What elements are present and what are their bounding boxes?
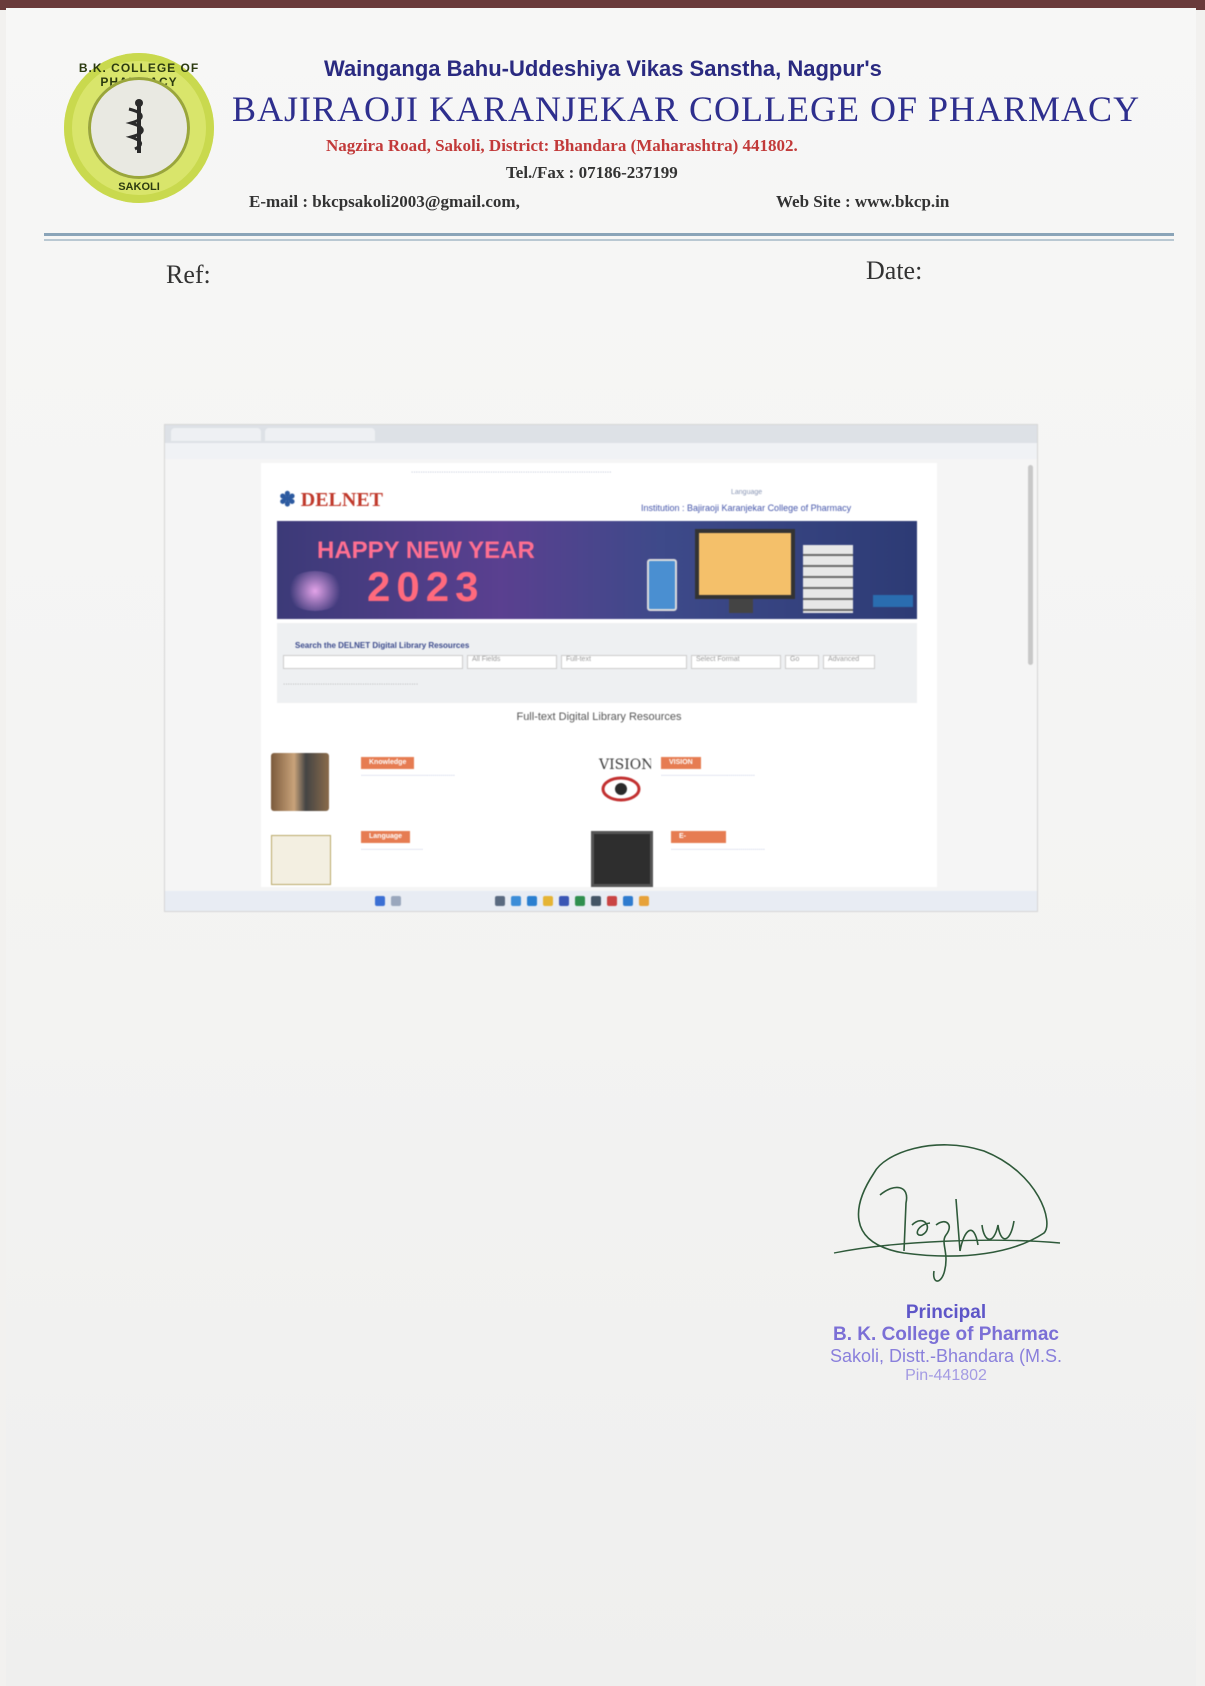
resource-tag: VISION Portal — [661, 757, 701, 778]
banner-title: HAPPY NEW YEAR — [317, 537, 535, 564]
app-icon — [623, 896, 633, 906]
monitor-stand — [729, 599, 753, 613]
vision-eye-icon: VISION — [598, 757, 651, 802]
resource-desc: ········································… — [361, 773, 455, 779]
books-thumbnail-icon — [271, 753, 329, 811]
chrome-icon — [639, 896, 649, 906]
top-links-strip: ········································… — [411, 469, 612, 476]
fulltext-select: Full-text — [561, 655, 687, 669]
store-icon — [559, 896, 569, 906]
email-line: E-mail : bkcpsakoli2003@gmail.com, — [249, 192, 520, 211]
advanced-button: Advanced — [823, 655, 875, 669]
monitor-illustration — [695, 529, 795, 599]
new-year-banner: HAPPY NEW YEAR 2023 — [277, 521, 917, 619]
embedded-screenshot: ✽ DELNET ·······························… — [164, 424, 1038, 912]
header-divider-secondary — [44, 239, 1174, 241]
delnet-badge — [873, 595, 913, 607]
stamp-college: B. K. College of Pharmac — [833, 1324, 1059, 1345]
language-selector: Language — [731, 489, 763, 496]
resource-desc: ······························· — [361, 847, 423, 853]
app-icon — [575, 896, 585, 906]
format-select: Select Format — [691, 655, 781, 669]
welcome-thumbnail-icon — [271, 835, 331, 885]
edge-icon — [511, 896, 521, 906]
resource-tag: E-JOURNALS (Full Text) — [671, 831, 726, 864]
search-icon — [391, 896, 401, 906]
resource-desc: ········································… — [661, 773, 755, 779]
logo-ring-bottom: SAKOLI — [118, 181, 160, 193]
svg-text:VISION: VISION — [598, 757, 651, 773]
institution-label: Institution : Bajiraoji Karanjekar Colle… — [641, 503, 852, 513]
search-panel: Search the DELNET Digital Library Resour… — [277, 623, 917, 703]
letter-sheet: B.K. COLLEGE OF PHARMACY SAKOLI Waingang… — [6, 8, 1196, 1686]
date-label: Date: — [866, 256, 923, 285]
taskview-icon — [495, 896, 505, 906]
resource-desc: ········································… — [671, 847, 765, 853]
app-icon — [591, 896, 601, 906]
browser-tab — [265, 428, 375, 441]
delnet-logo: ✽ DELNET — [279, 487, 383, 512]
stamp-title: Principal — [905, 1302, 987, 1323]
start-icon — [375, 896, 385, 906]
page-scrollbar — [1028, 465, 1033, 665]
browser-tab — [171, 428, 261, 441]
college-logo: B.K. COLLEGE OF PHARMACY SAKOLI — [64, 53, 214, 203]
handwritten-signature — [833, 1144, 1061, 1282]
principal-stamp: Principal B. K. College of Pharmac Sakol… — [786, 1302, 1106, 1385]
delnet-page: ✽ DELNET ·······························… — [261, 463, 937, 887]
books-illustration — [803, 545, 853, 613]
logo-inner-disc — [88, 77, 190, 179]
website-line: Web Site : www.bkcp.in — [776, 192, 950, 211]
college-address: Nagzira Road, Sakoli, District: Bhandara… — [326, 136, 798, 155]
browser-icon — [527, 896, 537, 906]
browser-tabbar — [165, 425, 1037, 443]
delnet-logo-icon: ✽ — [279, 489, 296, 511]
banner-year: 2023 — [367, 563, 485, 610]
windows-taskbar — [165, 891, 1037, 911]
phone-illustration — [647, 559, 677, 611]
folder-icon — [543, 896, 553, 906]
header-divider — [44, 233, 1174, 236]
delnet-logo-text: DELNET — [300, 489, 384, 511]
app-icon — [607, 896, 617, 906]
field-select: All Fields — [467, 655, 557, 669]
browser-address-bar — [165, 443, 1037, 459]
firework-decoration — [285, 571, 345, 611]
fulltext-heading: Full-text Digital Library Resources — [516, 711, 682, 723]
rod-of-asclepius-icon — [125, 99, 144, 153]
search-input — [283, 655, 463, 669]
stamp-location: Sakoli, Distt.-Bhandara (M.S. — [829, 1346, 1063, 1366]
ereader-thumbnail-icon — [591, 831, 653, 887]
stamp-pin: Pin-441802 — [905, 1367, 987, 1384]
college-name: BAJIRAOJI KARANJEKAR COLLEGE OF PHARMACY — [232, 89, 1141, 129]
search-note: ········································… — [283, 681, 419, 688]
resource-tag: Knowledge Center Portal — [361, 757, 415, 790]
go-button: Go — [785, 655, 819, 669]
society-name: Wainganga Bahu-Uddeshiya Vikas Sanstha, … — [324, 56, 882, 81]
search-title: Search the DELNET Digital Library Resour… — [295, 641, 470, 650]
resource-tag: Language Learning Portal — [361, 831, 411, 864]
ref-label: Ref: — [166, 260, 211, 289]
tel-fax: Tel./Fax : 07186-237199 — [506, 163, 678, 182]
